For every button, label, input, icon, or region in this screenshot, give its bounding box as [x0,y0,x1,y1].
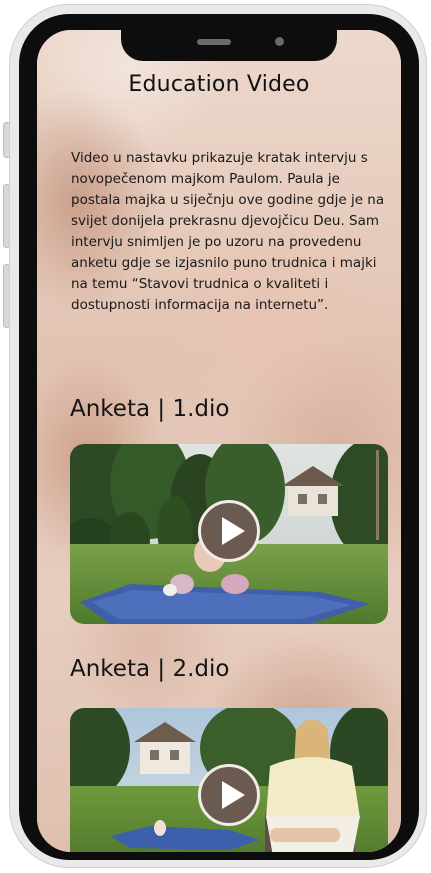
video-player-part-2[interactable] [70,708,388,852]
page-title: Education Video [128,72,310,97]
phone-notch [121,30,337,61]
video-heading-part-1: Anketa | 1.dio [70,396,230,422]
play-button-part-2[interactable] [198,764,260,826]
play-icon [222,781,245,809]
front-camera [275,37,284,46]
device-mockup: Education Video Video u nastavku prikazu… [0,0,431,873]
video-player-part-1[interactable] [70,444,388,624]
video-heading-part-2: Anketa | 2.dio [70,656,230,682]
play-button-part-1[interactable] [198,500,260,562]
intro-paragraph: Video u nastavku prikazuje kratak interv… [71,150,385,313]
speaker-grille [197,39,231,45]
phone-screen: Education Video Video u nastavku prikazu… [37,30,401,852]
play-icon [222,517,245,545]
page-content: Education Video Video u nastavku prikazu… [37,30,401,852]
